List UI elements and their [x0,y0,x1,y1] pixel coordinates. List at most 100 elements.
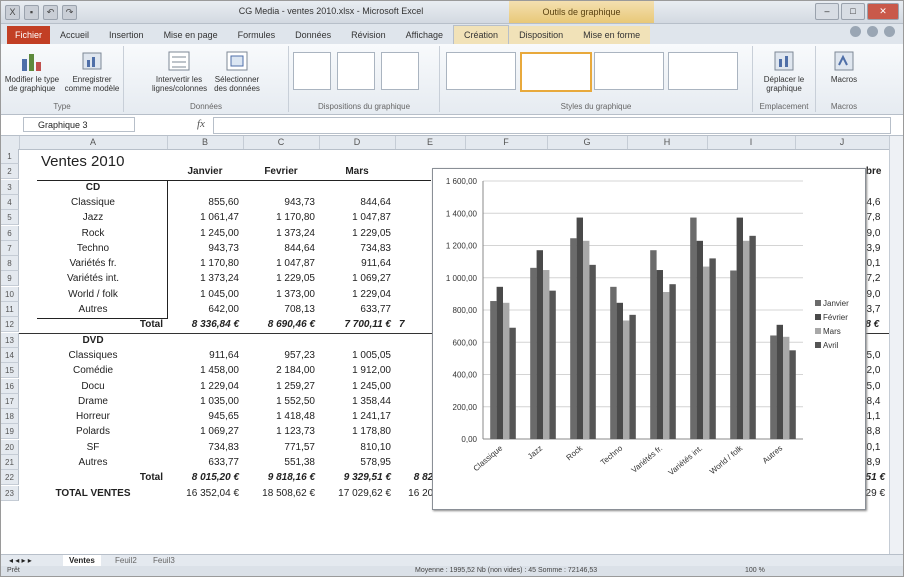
value-cell[interactable]: 844,64 [319,195,395,210]
vertical-scrollbar[interactable] [889,136,903,554]
row-header[interactable]: 9 [1,271,19,287]
value-cell[interactable]: 1 123,73 [243,424,319,439]
value-cell[interactable]: 1 170,80 [167,256,243,271]
value-cell[interactable]: 1 069,27 [167,424,243,439]
fx-icon[interactable]: fx [197,118,205,130]
chart-layout-2[interactable] [337,52,375,90]
column-header[interactable]: A [19,136,168,149]
value-cell[interactable]: 1 047,87 [319,210,395,225]
macros-button[interactable]: Macros [818,49,870,84]
tab-formulas[interactable]: Formules [228,26,286,44]
value-cell[interactable]: 1 061,47 [167,210,243,225]
section-label[interactable]: DVD [19,333,167,348]
row-label[interactable]: Docu [19,379,167,394]
total-cell[interactable]: 9 818,16 € [243,470,319,485]
total-cell[interactable]: 8 690,46 € [243,317,319,332]
value-cell[interactable]: 1 245,00 [319,379,395,394]
value-cell[interactable]: 844,64 [243,241,319,256]
row-header[interactable]: 3 [1,179,19,195]
chart-style-1[interactable] [446,52,516,90]
bar-chart[interactable]: 0,00 200,00 400,00 600,00 800,00 1 000,00 1 20… [433,169,865,509]
total-cell[interactable]: 8 336,84 € [167,317,243,332]
row-label[interactable]: Autres [19,455,167,470]
total-cell[interactable]: 9 329,51 € [319,470,395,485]
row-header[interactable]: 11 [1,302,19,317]
value-cell[interactable]: 578,95 [319,455,395,470]
sheet-tab-feuil3[interactable]: Feuil3 [147,555,181,566]
grand-total-cell[interactable]: 17 029,62 € [319,486,395,501]
row-header[interactable]: 2 [1,164,19,180]
value-cell[interactable]: 957,23 [243,348,319,363]
formula-input[interactable] [213,117,891,134]
help-icon[interactable] [867,26,878,37]
value-cell[interactable]: 633,77 [167,455,243,470]
value-cell[interactable]: 734,83 [319,241,395,256]
row-header[interactable]: 15 [1,363,19,379]
excel-logo-icon[interactable]: X [5,5,20,20]
total-label[interactable]: Total [19,470,167,485]
window-restore-icon[interactable] [884,26,895,37]
tab-review[interactable]: Révision [341,26,396,44]
row-header[interactable]: 8 [1,256,19,272]
value-cell[interactable]: 1 035,00 [167,394,243,409]
value-cell[interactable]: 1 912,00 [319,363,395,378]
value-cell[interactable]: 708,13 [243,302,319,317]
chart-style-3[interactable] [594,52,664,90]
tab-insert[interactable]: Insertion [99,26,154,44]
column-header[interactable]: E [395,136,466,149]
grand-total-cell[interactable]: 18 508,62 € [243,486,319,501]
column-header[interactable]: D [319,136,396,149]
spreadsheet-grid[interactable]: A B C D E F G H I J 1 2 3 4 5 6 7 8 9 10 11 12 13 14 1… [1,136,903,554]
row-header[interactable]: 5 [1,210,19,226]
total-cell[interactable]: 8 015,20 € [167,470,243,485]
row-header[interactable]: 23 [1,485,19,501]
tab-format[interactable]: Mise en forme [573,26,651,44]
value-cell[interactable]: 1 373,24 [167,271,243,286]
chart-layout-1[interactable] [293,52,331,90]
sheet-title[interactable]: Ventes 2010 [19,152,167,172]
row-header[interactable]: 4 [1,194,19,210]
row-header[interactable]: 10 [1,286,19,302]
zoom-level[interactable]: 100 % [745,566,765,576]
value-cell[interactable]: 1 229,05 [319,226,395,241]
sheet-nav-icon[interactable]: ◂ ◂ ▸ ▸ [3,555,38,566]
column-header[interactable]: G [547,136,628,149]
sheet-tab-ventes[interactable]: Ventes [63,555,101,566]
total-label[interactable]: Total [19,317,167,332]
column-header[interactable]: B [167,136,244,149]
value-cell[interactable]: 633,77 [319,302,395,317]
row-header[interactable]: 14 [1,347,19,363]
column-header[interactable]: J [795,136,890,149]
row-header[interactable]: 18 [1,409,19,425]
value-cell[interactable]: 1 047,87 [243,256,319,271]
value-cell[interactable]: 2 184,00 [243,363,319,378]
value-cell[interactable]: 1 229,05 [243,271,319,286]
change-chart-type-button[interactable]: Modifier le type de graphique [3,49,61,93]
value-cell[interactable]: 771,57 [243,440,319,455]
grand-total-cell[interactable]: 16 352,04 € [167,486,243,501]
minimize-icon[interactable]: – [815,3,839,20]
column-header[interactable]: I [707,136,796,149]
value-cell[interactable]: 1 418,48 [243,409,319,424]
row-label[interactable]: Horreur [19,409,167,424]
value-cell[interactable]: 1 229,04 [167,379,243,394]
tab-design[interactable]: Création [453,25,510,44]
column-header[interactable]: F [465,136,548,149]
row-header[interactable]: 6 [1,225,19,241]
row-label[interactable]: Polards [19,424,167,439]
grand-total-label[interactable]: TOTAL VENTES [19,486,167,501]
value-cell[interactable]: 1 373,24 [243,226,319,241]
value-cell[interactable]: 1 358,44 [319,394,395,409]
row-header[interactable]: 13 [1,332,19,348]
tab-page-layout[interactable]: Mise en page [154,26,228,44]
row-header[interactable]: 12 [1,317,19,333]
value-cell[interactable]: 943,73 [167,241,243,256]
tab-view[interactable]: Affichage [396,26,453,44]
tab-layout[interactable]: Disposition [509,26,574,44]
tab-file[interactable]: Fichier [7,26,51,44]
move-chart-button[interactable]: Déplacer le graphique [757,49,811,93]
switch-row-column-button[interactable]: Intervertir les lignes/colonnes [152,49,207,93]
value-cell[interactable]: 1 458,00 [167,363,243,378]
column-header[interactable]: C [243,136,320,149]
value-cell[interactable]: 1 229,04 [319,287,395,302]
